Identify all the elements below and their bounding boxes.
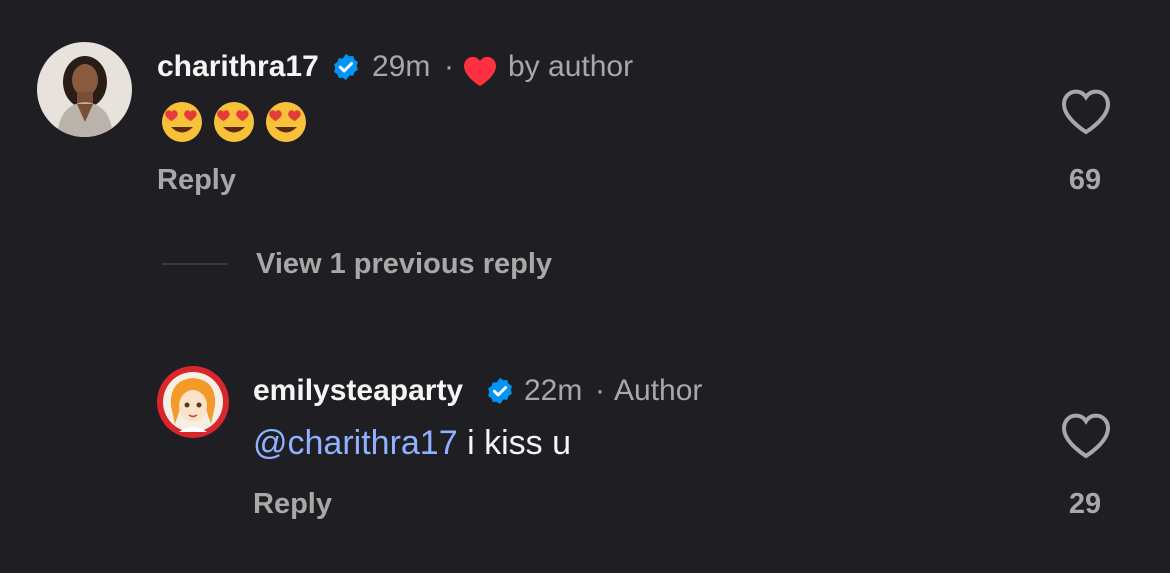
mention-link[interactable]: @charithra17	[253, 424, 458, 462]
heart-eyes-emoji	[162, 102, 202, 142]
liked-by-author-text: by author	[508, 50, 634, 83]
author-badge: Author	[614, 374, 703, 407]
heart-eyes-emoji	[214, 102, 254, 142]
comment-body	[160, 100, 308, 144]
reply-button[interactable]: Reply	[253, 488, 332, 521]
meta-separator: ·	[444, 50, 454, 83]
comment-username[interactable]: charithra17	[157, 50, 319, 84]
like-heart-icon[interactable]	[1060, 412, 1112, 460]
verified-badge-icon	[334, 53, 358, 81]
view-previous-replies-button[interactable]: View 1 previous reply	[256, 248, 552, 281]
verified-badge-icon	[488, 377, 512, 405]
like-count: 69	[1068, 164, 1102, 196]
liked-heart-icon	[464, 56, 496, 87]
heart-eyes-emoji	[266, 102, 306, 142]
comment-timestamp: 29m	[372, 50, 431, 83]
like-heart-icon[interactable]	[1060, 88, 1112, 136]
avatar[interactable]	[157, 366, 229, 438]
comment-body: @charithra17 i kiss u	[253, 424, 571, 463]
comment-username[interactable]: emilysteaparty	[253, 374, 463, 408]
divider-line	[162, 263, 228, 265]
avatar[interactable]	[37, 42, 132, 137]
avatar-photo	[37, 42, 132, 137]
like-count: 29	[1068, 488, 1102, 520]
avatar-illustration	[157, 366, 229, 438]
comment-text: i kiss u	[457, 424, 571, 462]
comment-timestamp: 22m	[524, 374, 583, 407]
meta-separator: ·	[595, 374, 605, 407]
reply-button[interactable]: Reply	[157, 164, 236, 197]
